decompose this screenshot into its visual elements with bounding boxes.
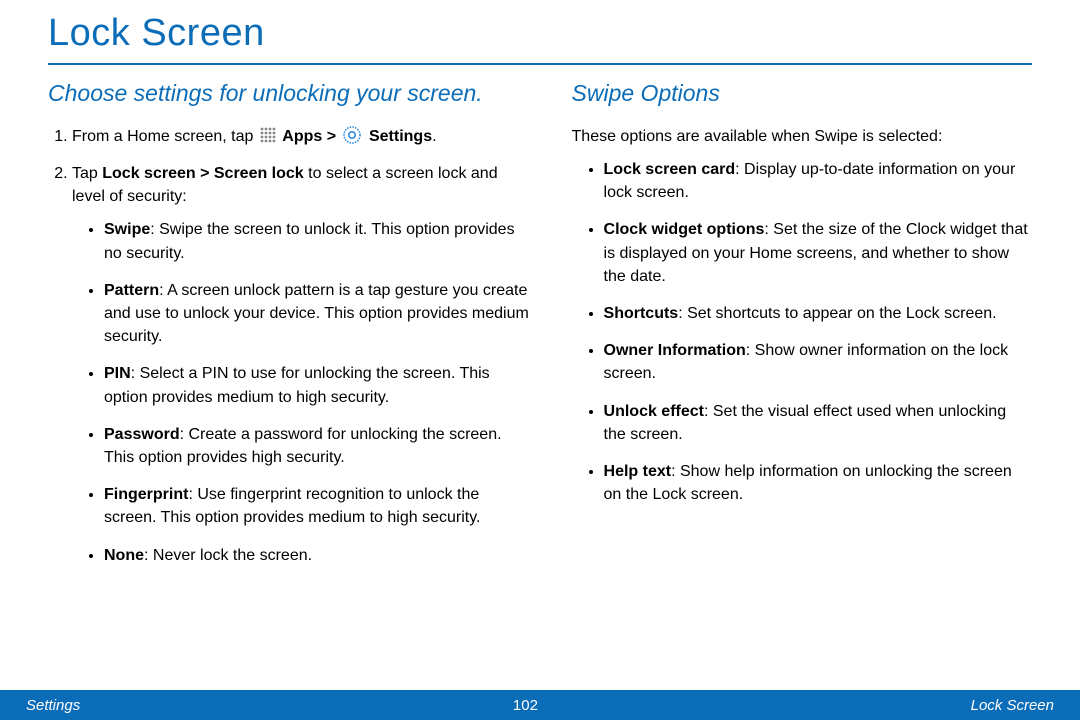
title-divider (48, 63, 1032, 65)
opt-lock-card-label: Lock screen card (604, 161, 736, 178)
opt-none-label: None (104, 547, 144, 564)
opt-clock-widget: Clock widget options: Set the size of th… (604, 218, 1032, 288)
step-1: From a Home screen, tap Apps > (72, 125, 532, 148)
opt-pin-label: PIN (104, 365, 131, 382)
step-1-post: . (432, 128, 436, 145)
opt-unlock-effect-label: Unlock effect (604, 403, 704, 420)
opt-none-text: : Never lock the screen. (144, 547, 312, 564)
opt-help-text: Help text: Show help information on unlo… (604, 460, 1032, 506)
footer-right: Lock Screen (971, 697, 1054, 714)
step-2: Tap Lock screen > Screen lock to select … (72, 162, 532, 567)
opt-fingerprint: Fingerprint: Use fingerprint recognition… (104, 483, 532, 529)
opt-owner-info: Owner Information: Show owner informatio… (604, 339, 1032, 385)
opt-clock-widget-label: Clock widget options (604, 221, 765, 238)
step-1-pre: From a Home screen, tap (72, 128, 258, 145)
opt-pin-text: : Select a PIN to use for unlocking the … (104, 365, 490, 405)
page-footer: Settings 102 Lock Screen (0, 690, 1080, 720)
opt-shortcuts: Shortcuts: Set shortcuts to appear on th… (604, 302, 1032, 325)
opt-lock-card: Lock screen card: Display up-to-date inf… (604, 158, 1032, 204)
opt-pin: PIN: Select a PIN to use for unlocking t… (104, 362, 532, 408)
opt-none: None: Never lock the screen. (104, 544, 532, 567)
opt-swipe-text: : Swipe the screen to unlock it. This op… (104, 221, 515, 261)
opt-shortcuts-text: : Set shortcuts to appear on the Lock sc… (678, 305, 996, 322)
settings-gear-icon (343, 126, 361, 144)
opt-unlock-effect: Unlock effect: Set the visual effect use… (604, 400, 1032, 446)
opt-swipe: Swipe: Swipe the screen to unlock it. Th… (104, 218, 532, 264)
opt-swipe-label: Swipe (104, 221, 150, 238)
opt-pattern: Pattern: A screen unlock pattern is a ta… (104, 279, 532, 349)
step-1-settings: Settings (369, 128, 432, 145)
footer-page-number: 102 (513, 697, 538, 714)
apps-grid-icon (260, 127, 276, 143)
opt-shortcuts-label: Shortcuts (604, 305, 679, 322)
opt-pattern-text: : A screen unlock pattern is a tap gestu… (104, 282, 529, 345)
footer-left: Settings (26, 697, 80, 714)
swipe-intro: These options are available when Swipe i… (572, 125, 1032, 148)
opt-fingerprint-label: Fingerprint (104, 486, 188, 503)
page-title: Lock Screen (48, 12, 1032, 55)
opt-help-text-label: Help text (604, 463, 672, 480)
step-1-apps: Apps > (282, 128, 340, 145)
opt-password: Password: Create a password for unlockin… (104, 423, 532, 469)
opt-pattern-label: Pattern (104, 282, 159, 299)
right-subhead: Swipe Options (572, 79, 1032, 109)
step-2-path: Lock screen > Screen lock (102, 165, 303, 182)
step-2-pre: Tap (72, 165, 102, 182)
opt-password-label: Password (104, 426, 180, 443)
opt-owner-info-label: Owner Information (604, 342, 746, 359)
left-subhead: Choose settings for unlocking your scree… (48, 79, 532, 109)
